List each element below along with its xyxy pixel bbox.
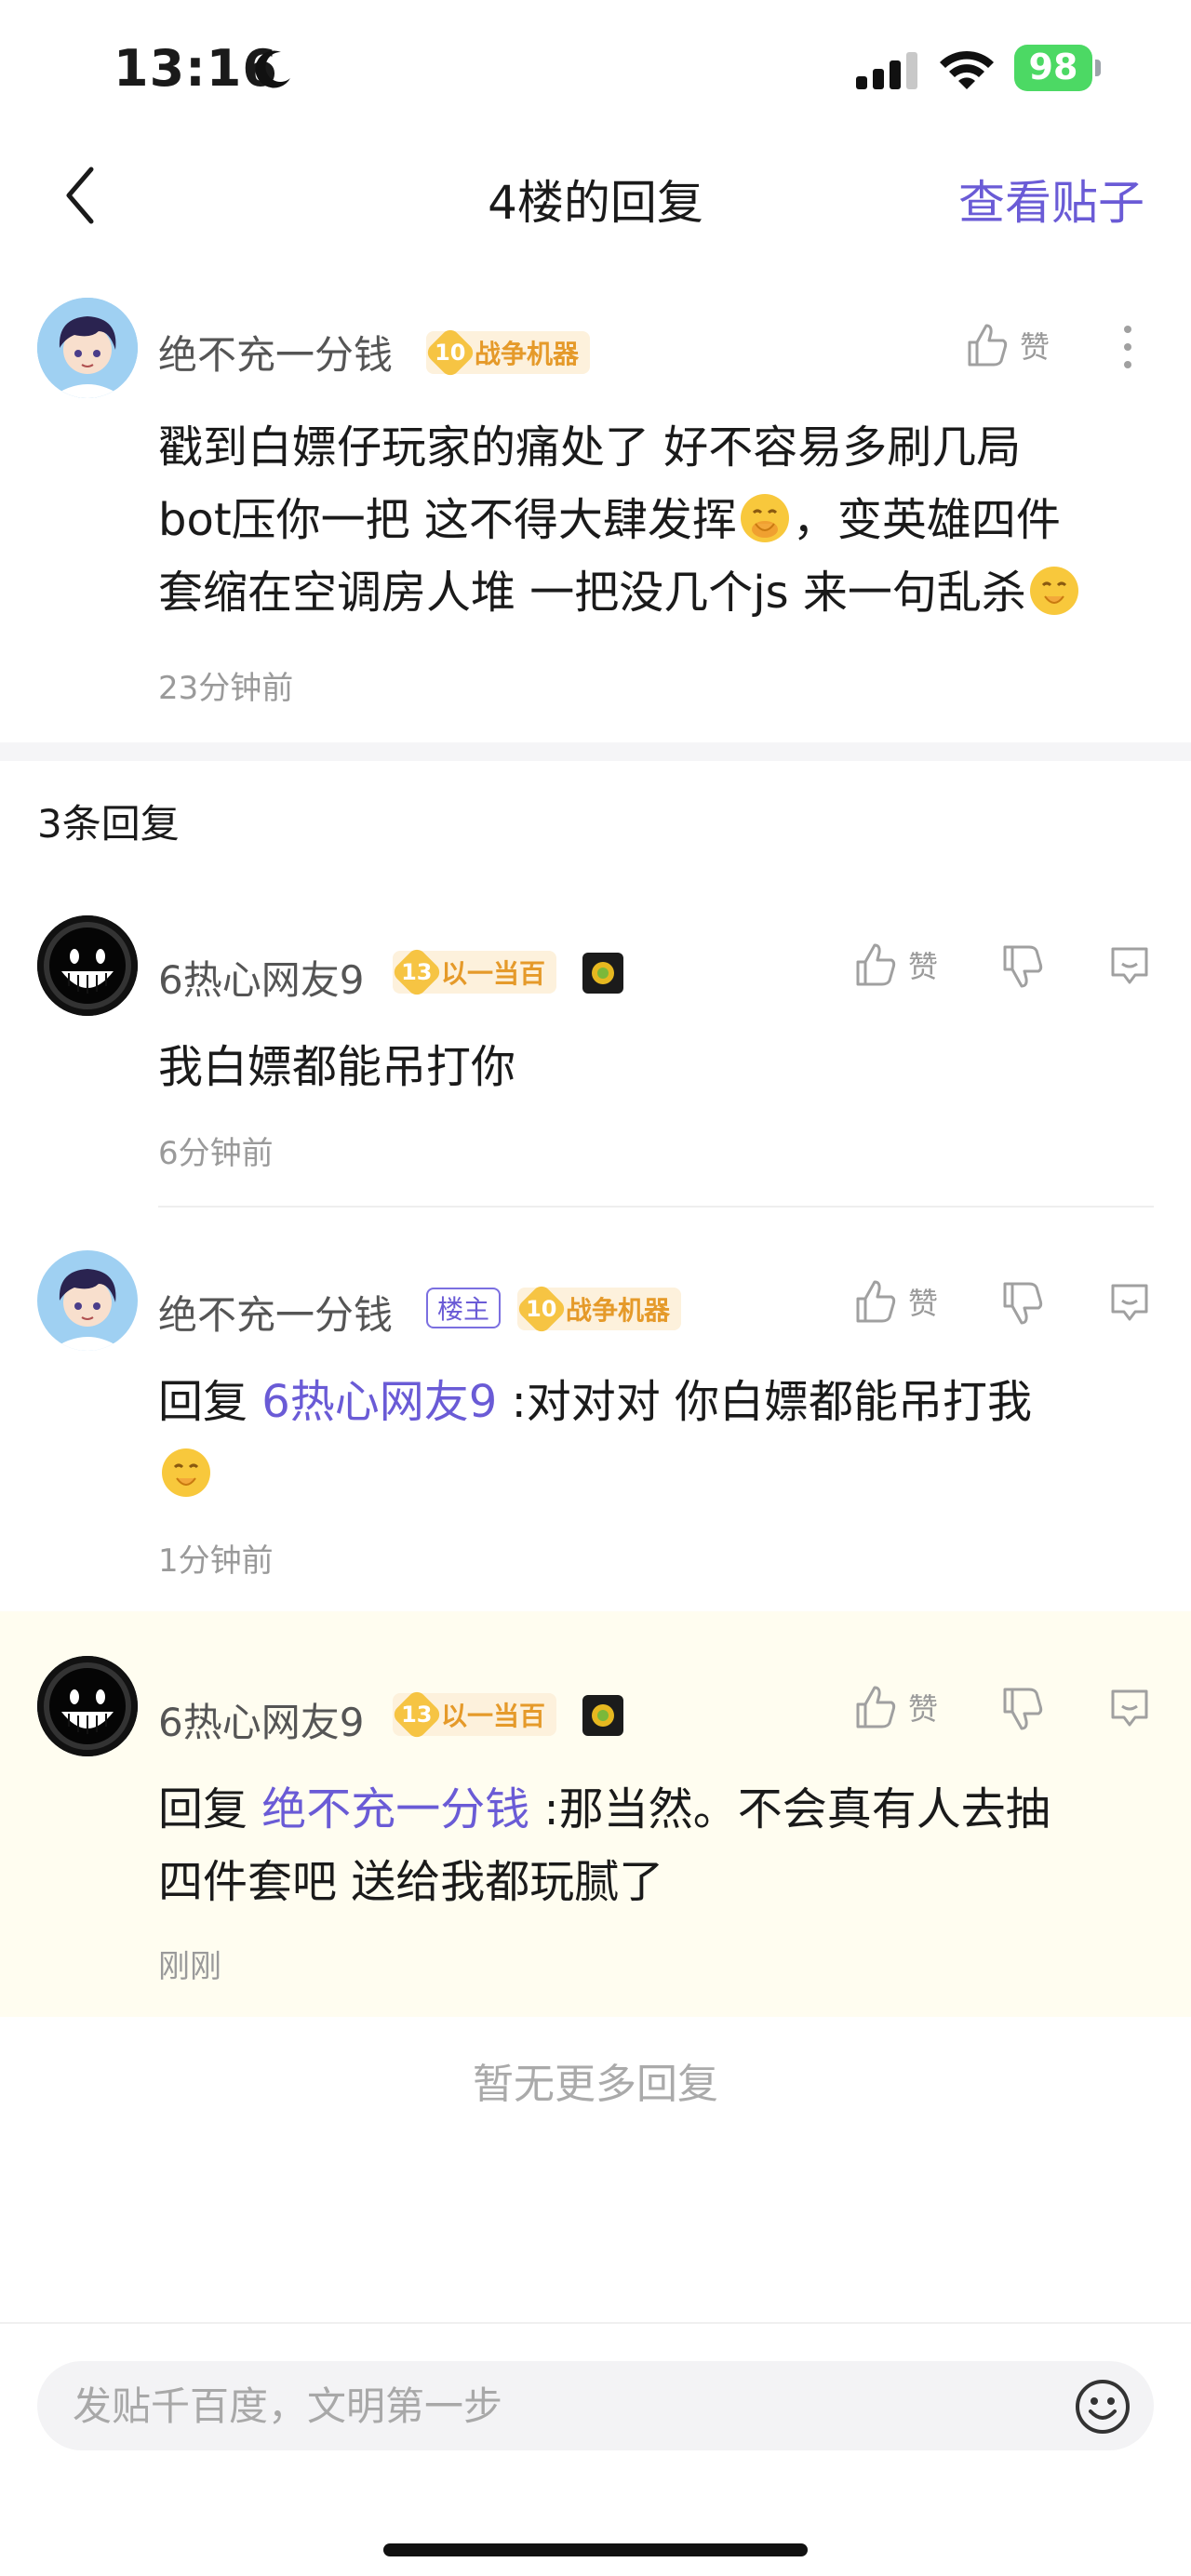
section-divider (0, 742, 1191, 761)
dislike-button[interactable] (1001, 943, 1044, 990)
wifi-icon (940, 50, 994, 89)
reply-content: 回复 6热心网友9 :对对对 你白嫖都能吊打我 (158, 1366, 1172, 1511)
content-line: 戳到白嫖仔玩家的痛处了 好不容易多刷几局 (158, 421, 1022, 474)
mention-link[interactable]: 绝不充一分钱 (261, 1783, 529, 1835)
thumbs-down-icon (1003, 1688, 1043, 1730)
level-icon: 13 (390, 1688, 444, 1742)
avatar[interactable] (37, 915, 138, 1016)
post-time: 23分钟前 (158, 670, 294, 707)
reply-content: 我白嫖都能吊打你 (158, 1041, 516, 1093)
owner-tag: 楼主 (426, 1288, 502, 1328)
badge-label: 战争机器 (566, 1295, 671, 1326)
reply-input[interactable] (73, 2361, 1003, 2450)
bottom-input-bar (0, 2322, 1191, 2576)
username[interactable]: 6热心网友9 (158, 1691, 364, 1748)
level-icon: 13 (390, 945, 444, 999)
comment-bubble-icon (1111, 1284, 1148, 1321)
smile-face-avatar-icon (37, 1656, 138, 1756)
badge-label: 战争机器 (475, 339, 580, 369)
avatar[interactable] (37, 298, 138, 398)
battery-level: 98 (1028, 47, 1078, 87)
reply-content: 回复 绝不充一分钱 :那当然。不会真有人去抽 四件套吧 送给我都玩腻了 (158, 1773, 1172, 1918)
anime-avatar-icon (37, 298, 138, 398)
nav-bar: 4楼的回复 查看贴子 (0, 140, 1191, 251)
reply-count: 3条回复 (37, 801, 180, 847)
badge-label: 以一当百 (441, 958, 546, 989)
reply-comment-button[interactable] (1107, 1686, 1152, 1730)
username[interactable]: 绝不充一分钱 (158, 1284, 393, 1341)
moon-icon (255, 50, 290, 88)
thumbs-up-icon (968, 324, 1008, 367)
like-button[interactable]: 赞 (854, 1684, 938, 1730)
medal-icon (582, 953, 623, 994)
like-button[interactable]: 赞 (966, 322, 1050, 368)
content-line: 回复 6热心网友9 :对对对 你白嫖都能吊打我 (158, 1376, 1033, 1428)
username[interactable]: 绝不充一分钱 (158, 324, 393, 380)
original-floor: 绝不充一分钱 10 战争机器 赞 戳到白嫖仔玩家的痛处了 好不容易多刷几局 bo… (0, 279, 1191, 744)
level-badge: 13 以一当百 (390, 1688, 557, 1742)
home-indicator (383, 2543, 808, 2556)
level-icon: 10 (423, 326, 477, 380)
view-post-link[interactable]: 查看贴子 (958, 166, 1144, 233)
giggle-emoji-icon (162, 1448, 210, 1497)
like-button[interactable]: 赞 (854, 941, 938, 988)
thumbs-up-icon (856, 1280, 896, 1323)
reply-time: 刚刚 (158, 1948, 221, 1985)
avatar[interactable] (37, 1656, 138, 1756)
medal-icon (582, 1695, 623, 1736)
reply-time: 6分钟前 (158, 1135, 274, 1172)
status-bar: 13:16 98 (0, 0, 1191, 140)
content-line: 套缩在空调房人堆 一把没几个js 来一句乱杀 (158, 556, 1172, 629)
reply-separator (158, 1206, 1154, 1208)
dislike-button[interactable] (1001, 1280, 1044, 1327)
reply-comment-button[interactable] (1107, 943, 1152, 988)
like-label: 赞 (908, 949, 939, 984)
no-more-replies: 暂无更多回复 (473, 2061, 718, 2108)
reply-input-container (37, 2361, 1154, 2450)
more-vertical-icon (1124, 326, 1131, 368)
reply-comment-button[interactable] (1107, 1280, 1152, 1325)
badge-label: 以一当百 (441, 1701, 546, 1731)
thumbs-down-icon (1003, 1282, 1043, 1325)
comment-bubble-icon (1111, 1689, 1148, 1727)
content-line: 回复 绝不充一分钱 :那当然。不会真有人去抽 (158, 1783, 1050, 1835)
avatar[interactable] (37, 1250, 138, 1351)
dislike-button[interactable] (1001, 1686, 1044, 1732)
level-badge: 10 战争机器 (423, 326, 591, 380)
reply-time: 1分钟前 (158, 1542, 274, 1580)
giggle-emoji-icon (740, 494, 789, 542)
level-badge: 13 以一当百 (390, 945, 557, 999)
thumbs-up-icon (856, 1686, 896, 1728)
like-label: 赞 (908, 1691, 939, 1727)
anime-avatar-icon (37, 1250, 138, 1351)
username[interactable]: 6热心网友9 (158, 949, 364, 1006)
thumbs-down-icon (1003, 945, 1043, 988)
level-badge: 10 战争机器 (515, 1282, 682, 1336)
mention-link[interactable]: 6热心网友9 (261, 1376, 497, 1428)
emoji-picker-icon[interactable] (1074, 2378, 1131, 2436)
more-options-button[interactable] (1122, 324, 1133, 370)
cellular-signal-icon (856, 52, 917, 89)
comment-bubble-icon (1111, 947, 1148, 984)
floor-content: 戳到白嫖仔玩家的痛处了 好不容易多刷几局 bot压你一把 这不得大肆发挥 ，变英雄… (158, 411, 1172, 629)
like-label: 赞 (908, 1286, 939, 1321)
content-line: bot压你一把 这不得大肆发挥 ，变英雄四件 (158, 484, 1172, 556)
content-line (158, 1438, 1172, 1511)
like-button[interactable]: 赞 (854, 1278, 938, 1325)
thumbs-up-icon (856, 943, 896, 986)
battery-indicator: 98 (1014, 45, 1101, 91)
giggle-emoji-icon (1029, 567, 1078, 615)
level-icon: 10 (515, 1282, 569, 1336)
like-label: 赞 (1020, 329, 1050, 365)
smile-face-avatar-icon (37, 915, 138, 1016)
content-line: 四件套吧 送给我都玩腻了 (158, 1856, 664, 1908)
